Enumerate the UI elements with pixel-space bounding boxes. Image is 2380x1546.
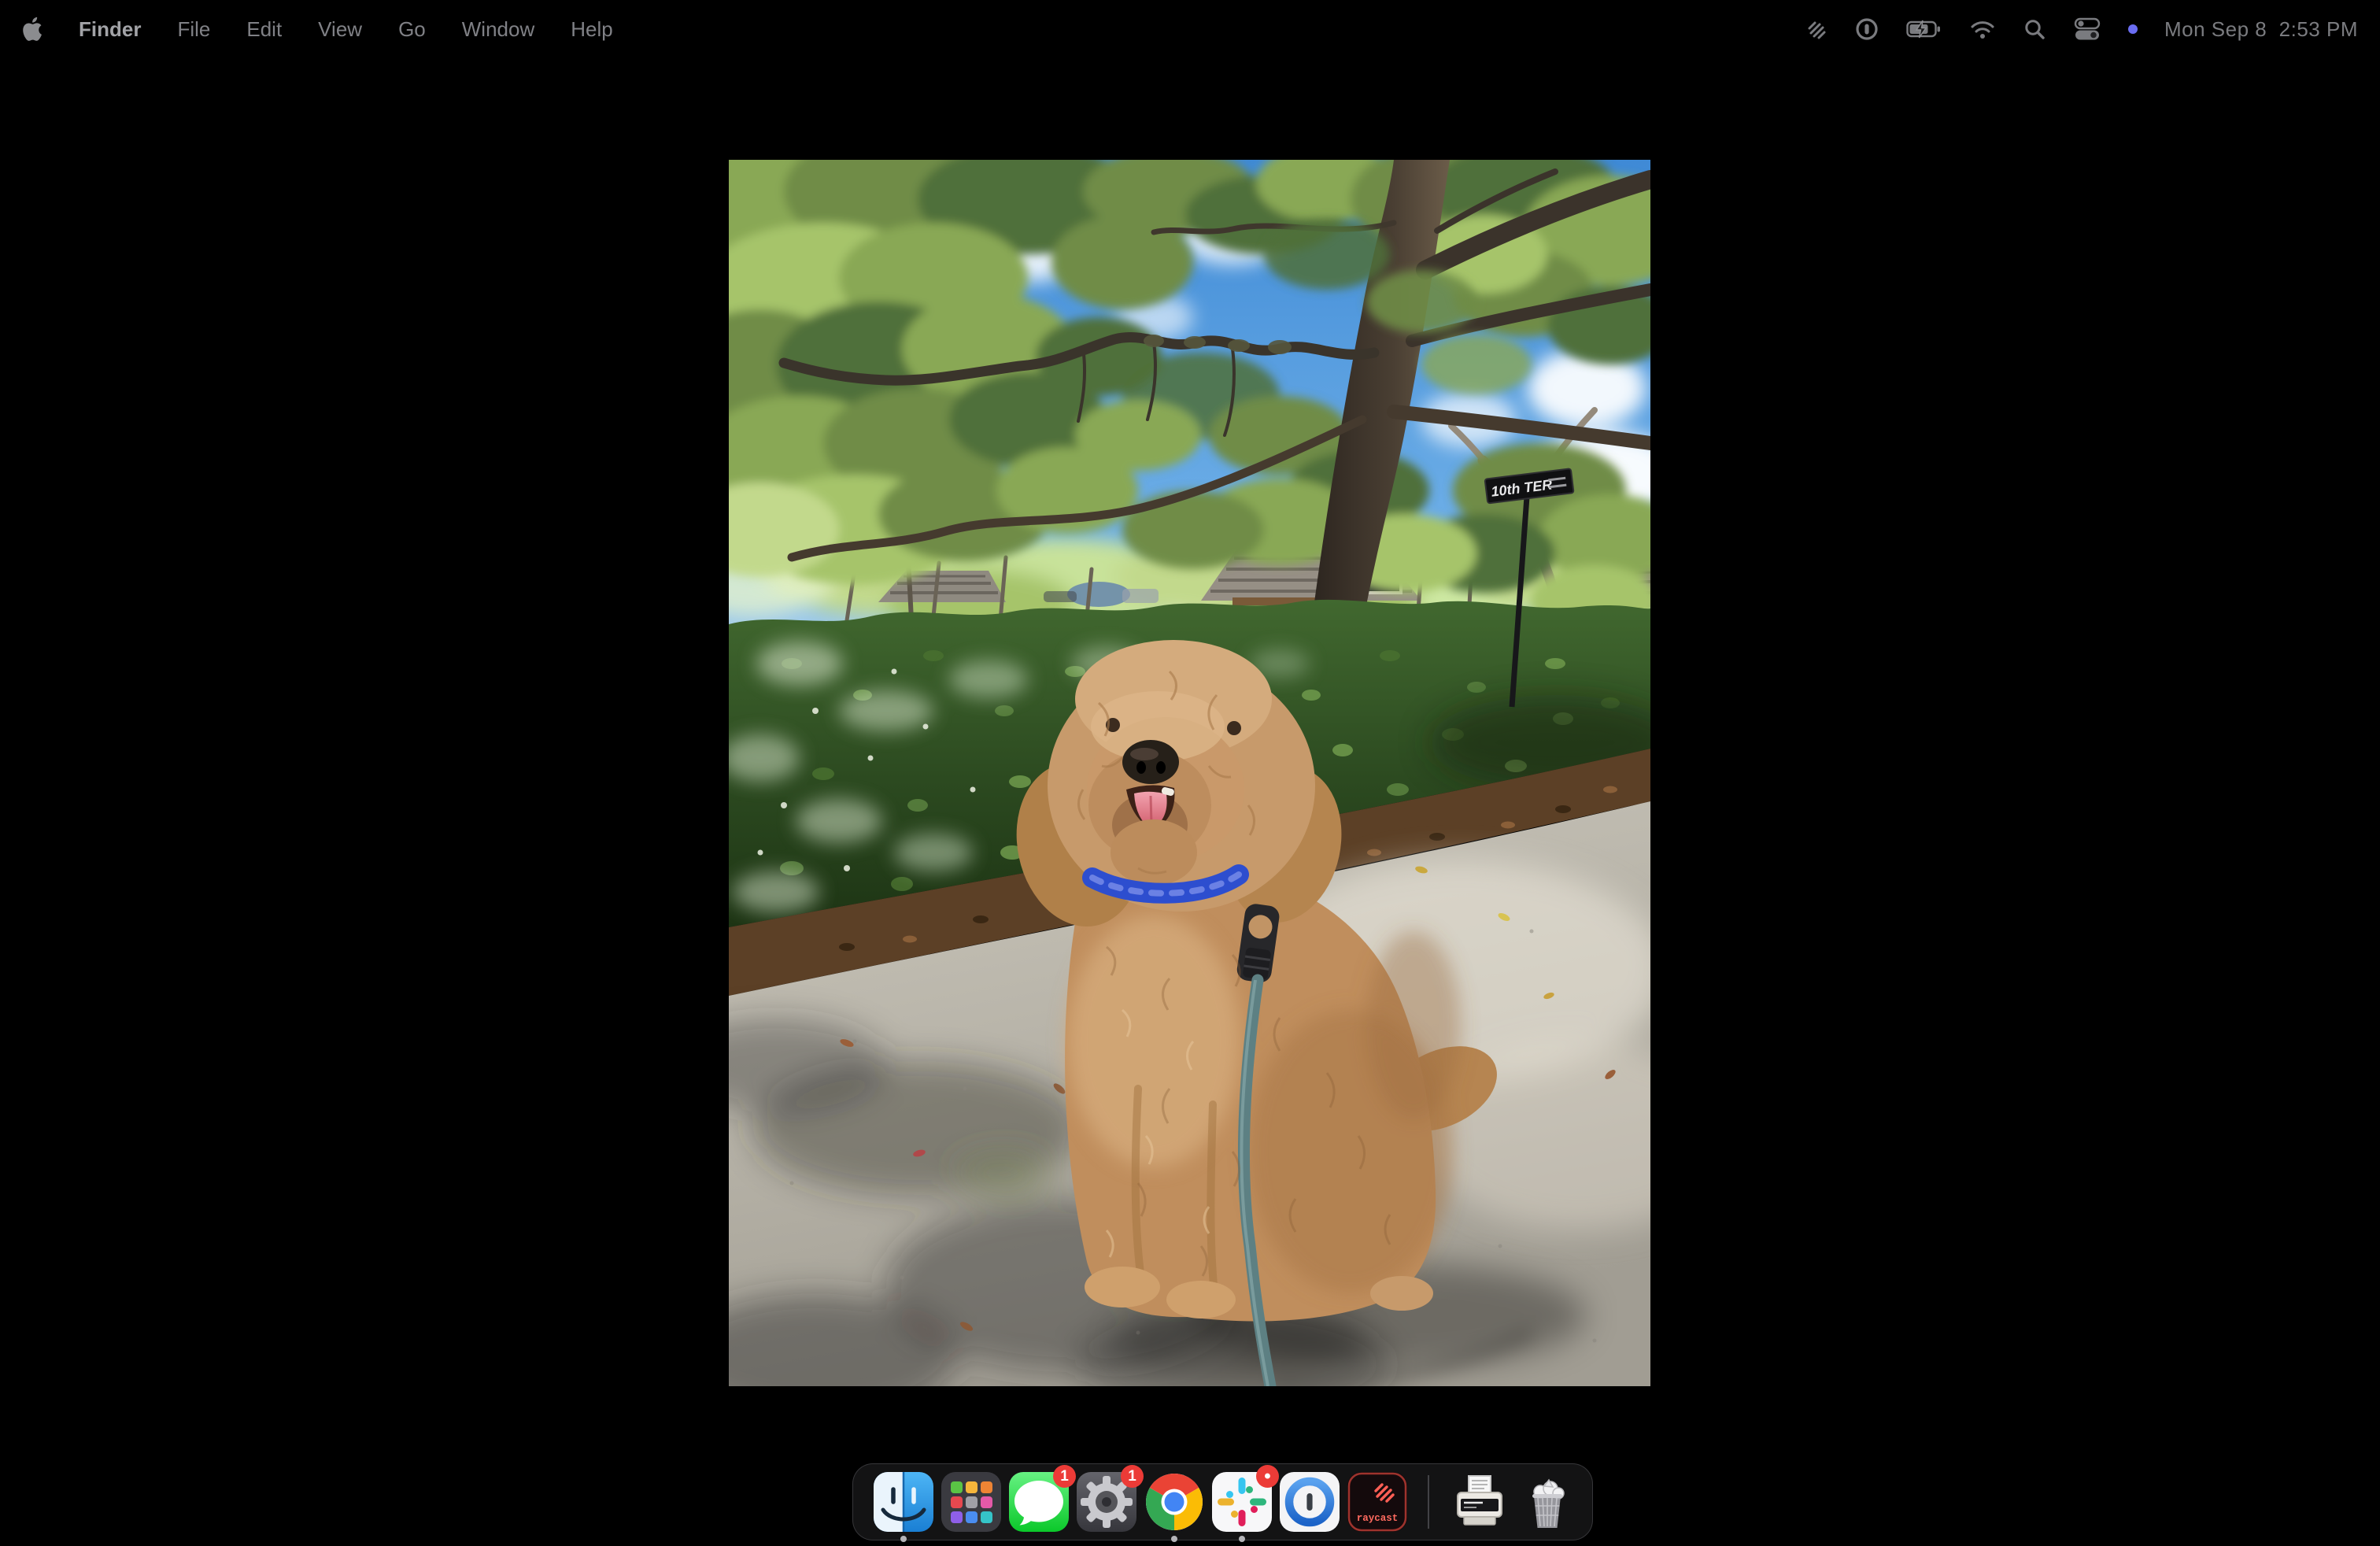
running-indicator-slack xyxy=(1239,1536,1245,1542)
dock-item-system-settings[interactable]: 1 xyxy=(1075,1470,1138,1533)
menu-item-view[interactable]: View xyxy=(318,17,362,42)
menu-item-edit[interactable]: Edit xyxy=(246,17,282,42)
menu-item-go[interactable]: Go xyxy=(398,17,426,42)
printer-icon xyxy=(1448,1470,1511,1533)
menu-bar: Finder File Edit View Go Window Help xyxy=(0,0,2380,58)
battery-charging-icon[interactable] xyxy=(1906,20,1942,39)
dock-item-chrome[interactable] xyxy=(1143,1470,1206,1533)
wifi-icon[interactable] xyxy=(1969,18,1996,40)
menu-item-finder[interactable]: Finder xyxy=(79,17,141,42)
dock-item-slack[interactable]: • xyxy=(1210,1470,1273,1533)
badge-system-settings: 1 xyxy=(1121,1465,1144,1488)
menu-item-window[interactable]: Window xyxy=(462,17,534,42)
1password-menu-icon[interactable] xyxy=(1854,17,1879,42)
control-center-icon[interactable] xyxy=(2073,17,2101,42)
dock: 1 1 xyxy=(852,1463,1593,1540)
wallpaper-photo: 10th TER xyxy=(729,160,1650,1386)
raycast-icon: raycast xyxy=(1346,1470,1409,1533)
running-indicator-finder xyxy=(900,1536,907,1542)
dog-nose xyxy=(1122,740,1179,784)
dock-item-launchpad[interactable] xyxy=(940,1470,1003,1533)
dock-item-raycast[interactable]: raycast xyxy=(1346,1470,1409,1533)
dock-item-printer[interactable] xyxy=(1448,1470,1511,1533)
dock-item-finder[interactable] xyxy=(872,1470,935,1533)
menu-item-file[interactable]: File xyxy=(177,17,210,42)
apple-logo-icon xyxy=(22,17,42,42)
raycast-wordmark: raycast xyxy=(1357,1513,1399,1524)
recording-indicator-dot xyxy=(2128,24,2138,34)
badge-messages: 1 xyxy=(1053,1465,1076,1488)
desktop: Finder File Edit View Go Window Help xyxy=(0,0,2380,1546)
menu-bar-clock[interactable]: Mon Sep 8 2:53 PM xyxy=(2164,17,2358,42)
1password-icon xyxy=(1278,1470,1341,1533)
trash-full-icon xyxy=(1516,1470,1579,1533)
finder-icon xyxy=(872,1470,935,1533)
badge-slack: • xyxy=(1256,1465,1279,1488)
menu-item-help[interactable]: Help xyxy=(571,17,612,42)
dock-divider xyxy=(1428,1475,1429,1529)
spotlight-search-icon[interactable] xyxy=(2023,17,2046,41)
dock-item-1password[interactable] xyxy=(1278,1470,1341,1533)
dog-park-photo-illustration: 10th TER xyxy=(729,160,1650,1386)
menu-bar-left: Finder File Edit View Go Window Help xyxy=(22,17,613,42)
chrome-icon xyxy=(1143,1470,1206,1533)
dock-item-trash[interactable] xyxy=(1516,1470,1579,1533)
dock-item-messages[interactable]: 1 xyxy=(1007,1470,1070,1533)
apple-menu-icon[interactable] xyxy=(22,17,42,42)
launchpad-icon xyxy=(940,1470,1003,1533)
raycast-menu-icon[interactable] xyxy=(1804,17,1828,41)
menu-bar-status: Mon Sep 8 2:53 PM xyxy=(1804,17,2358,42)
running-indicator-chrome xyxy=(1171,1536,1177,1542)
